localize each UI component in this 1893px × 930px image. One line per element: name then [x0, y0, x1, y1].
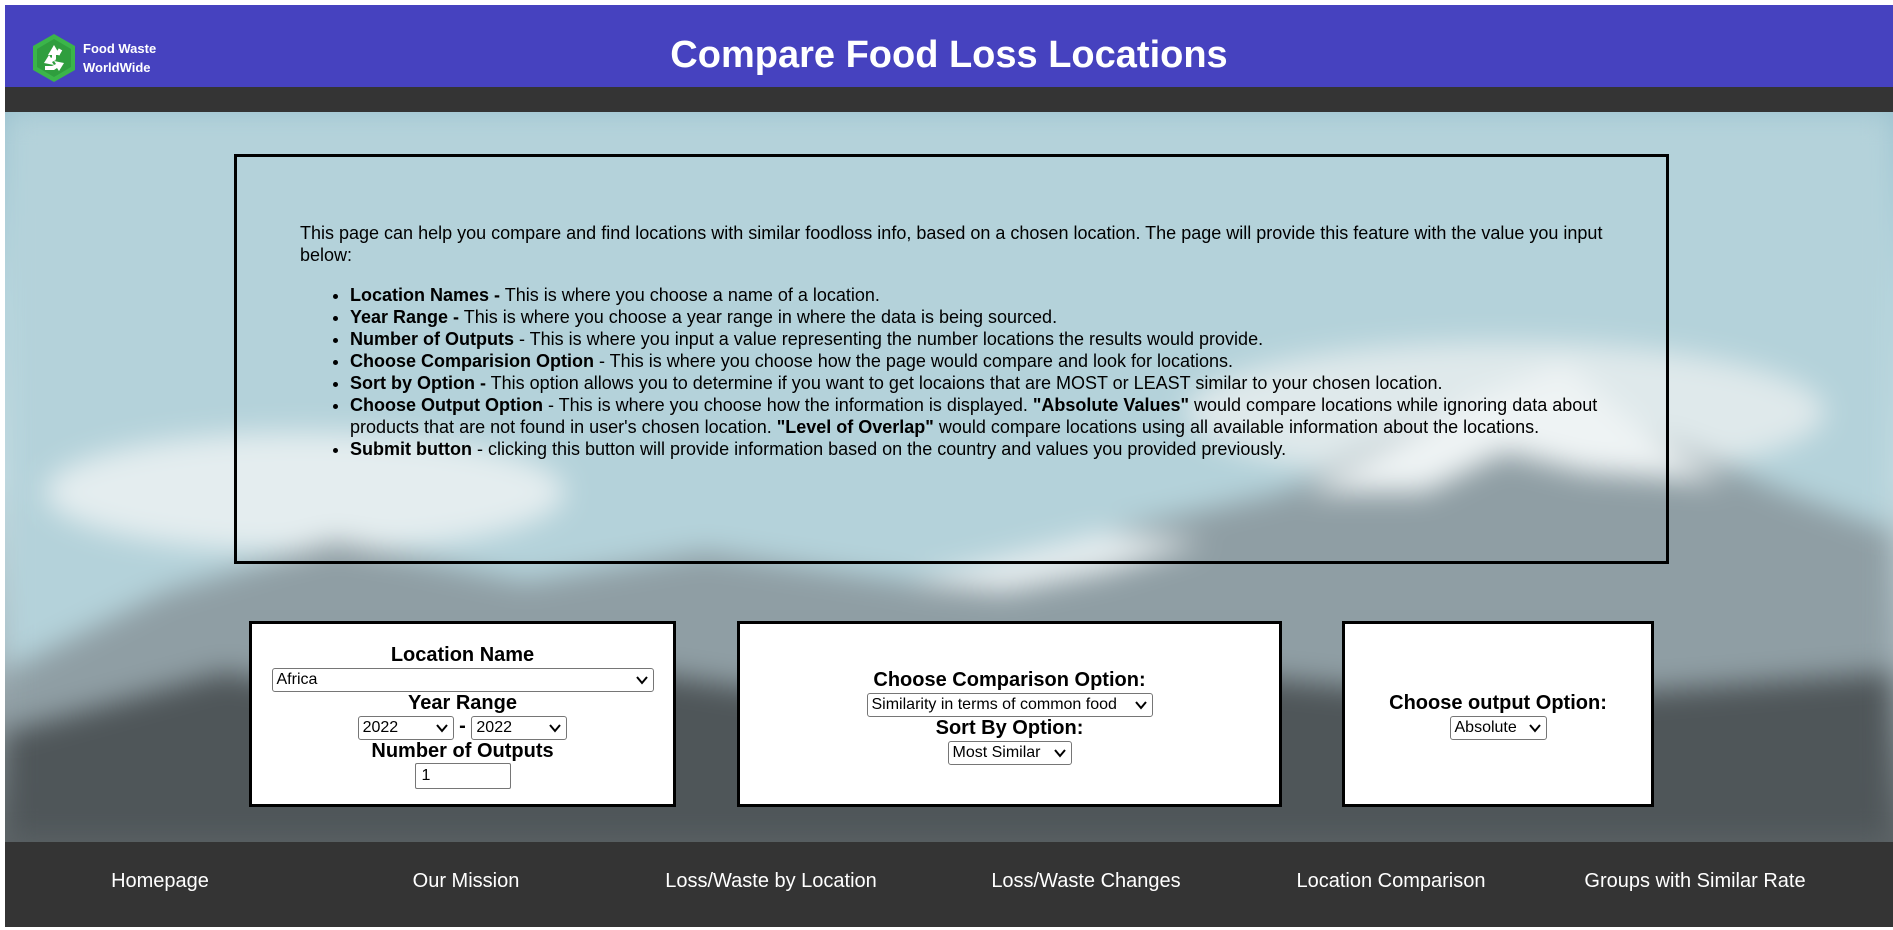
sort-by-value: Most Similar — [952, 744, 1041, 761]
chevron-down-icon — [635, 676, 648, 685]
header: Food Waste WorldWide Compare Food Loss L… — [5, 5, 1893, 87]
number-outputs-label: Number of Outputs — [371, 740, 554, 762]
instruction-desc: - This is where you choose how the page … — [594, 351, 1234, 371]
instructions-list: Location Names - This is where you choos… — [300, 284, 1608, 460]
instruction-location-names: Location Names - This is where you choos… — [350, 284, 1608, 306]
comparison-option-value: Similarity in terms of common food — [871, 696, 1117, 713]
comparison-option-label: Choose Comparison Option: — [873, 669, 1146, 691]
instruction-number-outputs: Number of Outputs - This is where you in… — [350, 328, 1608, 350]
instruction-term-absolute: "Absolute Values" — [1032, 395, 1190, 415]
page-frame: Food Waste WorldWide Compare Food Loss L… — [5, 5, 1893, 927]
instruction-desc: - This is where you choose how the infor… — [542, 395, 1033, 415]
year-start-select[interactable]: 2022 — [357, 716, 454, 740]
instruction-term-overlap: "Level of Overlap" — [776, 417, 934, 437]
page-title: Compare Food Loss Locations — [670, 34, 1228, 76]
nav-loss-waste-changes[interactable]: Loss/Waste Changes — [961, 870, 1211, 893]
nav-loss-waste-by-location[interactable]: Loss/Waste by Location — [646, 870, 896, 893]
output-option-select[interactable]: Absolute — [1449, 716, 1547, 740]
chevron-down-icon — [1528, 724, 1541, 733]
instruction-desc: This is where you choose a name of a loc… — [500, 285, 880, 305]
instruction-term: Number of Outputs — [350, 329, 514, 349]
location-select-value: Africa — [276, 671, 318, 688]
comparison-panel: Choose Comparison Option: Similarity in … — [737, 621, 1282, 807]
instruction-desc: would compare locations using all availa… — [933, 417, 1540, 437]
instruction-term: Location Names - — [350, 285, 501, 305]
chevron-down-icon — [549, 724, 562, 733]
output-option-label: Choose output Option: — [1389, 692, 1607, 714]
chevron-down-icon — [1053, 749, 1066, 758]
instructions-intro: This page can help you compare and find … — [300, 223, 1603, 265]
instruction-sort-option: Sort by Option - This option allows you … — [350, 372, 1608, 394]
instruction-year-range: Year Range - This is where you choose a … — [350, 306, 1608, 328]
chevron-down-icon — [435, 724, 448, 733]
instruction-submit-button: Submit button - clicking this button wil… — [350, 438, 1608, 460]
nav-our-mission[interactable]: Our Mission — [371, 870, 561, 893]
year-start-value: 2022 — [362, 719, 399, 736]
instruction-term: Choose Comparision Option — [350, 351, 595, 371]
year-range-row: 2022 - 2022 — [252, 715, 673, 740]
instruction-term: Sort by Option - — [350, 373, 486, 393]
sort-by-select[interactable]: Most Similar — [947, 741, 1072, 765]
year-end-value: 2022 — [476, 719, 512, 736]
year-separator: - — [459, 715, 466, 737]
nav-location-comparison[interactable]: Location Comparison — [1266, 870, 1516, 893]
instruction-desc: This is where you choose a year range in… — [459, 307, 1058, 327]
output-panel: Choose output Option: Absolute — [1342, 621, 1654, 807]
comparison-option-select[interactable]: Similarity in terms of common food — [866, 693, 1153, 717]
year-end-select[interactable]: 2022 — [471, 716, 568, 740]
instruction-term: Submit button — [350, 439, 472, 459]
chevron-down-icon — [1134, 701, 1147, 710]
number-outputs-value: 1 — [421, 767, 431, 784]
instructions-box: This page can help you compare and find … — [234, 154, 1669, 564]
instruction-desc: This option allows you to determine if y… — [485, 373, 1443, 393]
location-select[interactable]: Africa — [271, 668, 654, 692]
footer-nav: Homepage Our Mission Loss/Waste by Locat… — [5, 842, 1893, 927]
number-outputs-input[interactable]: 1 — [414, 763, 511, 789]
instruction-desc: - clicking this button will provide info… — [471, 439, 1287, 459]
instruction-term: Year Range - — [350, 307, 460, 327]
location-panel: Location Name Africa Year Range 2022 - 2… — [249, 621, 676, 807]
nav-homepage[interactable]: Homepage — [65, 870, 255, 893]
year-range-label: Year Range — [408, 692, 517, 714]
header-subbar — [5, 87, 1893, 112]
instruction-output-option: Choose Output Option - This is where you… — [350, 394, 1608, 438]
instruction-desc: - This is where you input a value repres… — [514, 329, 1264, 349]
nav-groups-similar-rate[interactable]: Groups with Similar Rate — [1545, 870, 1845, 893]
output-option-value: Absolute — [1454, 719, 1517, 736]
instruction-term: Choose Output Option — [350, 395, 543, 415]
location-name-label: Location Name — [390, 644, 535, 666]
instruction-comparison-option: Choose Comparision Option - This is wher… — [350, 350, 1608, 372]
sort-by-label: Sort By Option: — [935, 717, 1084, 739]
